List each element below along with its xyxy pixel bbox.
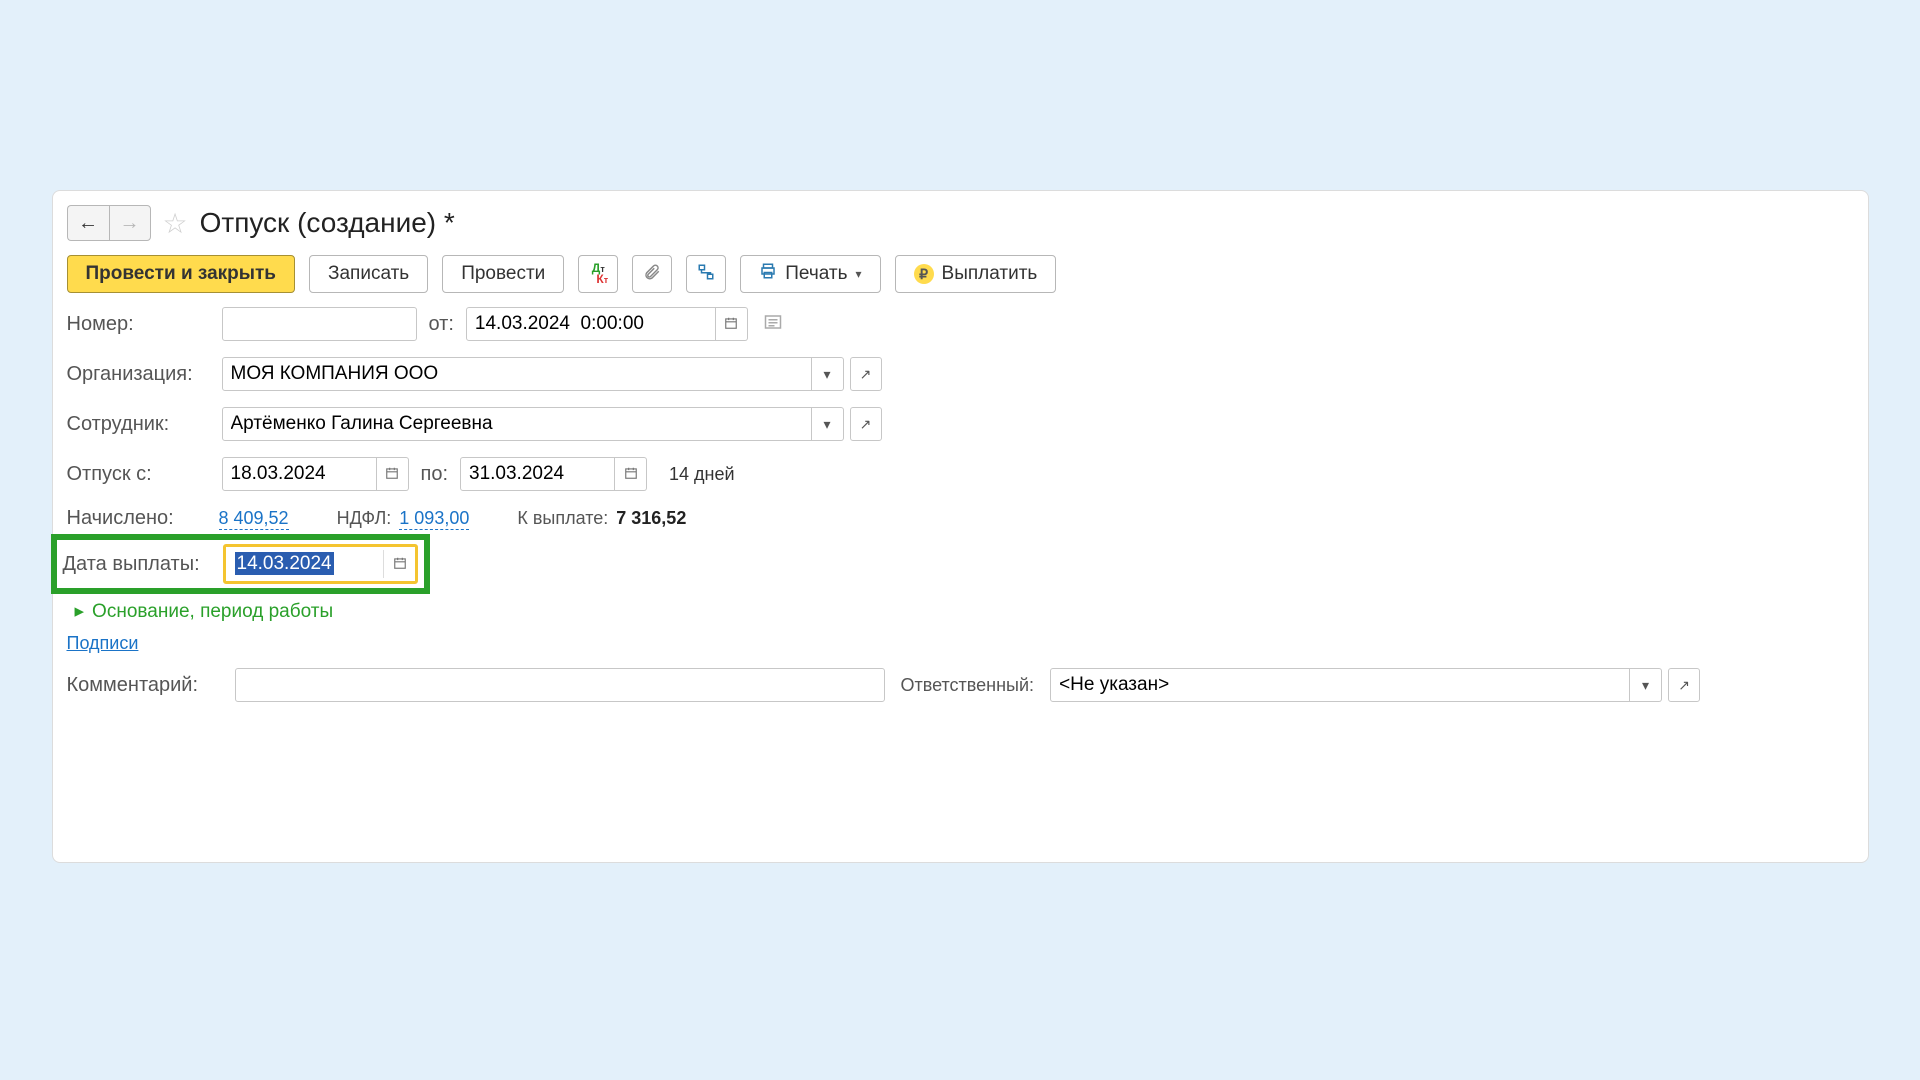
- ruble-icon: ₽: [914, 264, 934, 284]
- calendar-icon: [385, 466, 399, 483]
- form-body: Номер: от: Организация: ▾ ↗: [63, 307, 1858, 702]
- debit-credit-button[interactable]: ДтКт: [578, 255, 618, 293]
- employee-open-button[interactable]: ↗: [850, 407, 882, 441]
- nav-forward-button[interactable]: →: [109, 205, 151, 241]
- favorite-star-icon[interactable]: ☆: [163, 207, 188, 240]
- employee-dropdown-button[interactable]: ▾: [812, 407, 844, 441]
- chevron-down-icon: ▾: [823, 366, 830, 383]
- responsible-dropdown-button[interactable]: ▾: [1630, 668, 1662, 702]
- to-label: по:: [421, 463, 449, 486]
- ndfl-link[interactable]: 1 093,00: [399, 508, 469, 530]
- doc-date-input[interactable]: [466, 307, 716, 341]
- vacation-form-window: ← → ☆ Отпуск (создание) * Провести и зак…: [52, 190, 1869, 863]
- external-icon: ↗: [1678, 677, 1690, 694]
- print-button[interactable]: Печать ▾: [740, 255, 880, 293]
- titlebar: ← → ☆ Отпуск (создание) *: [63, 203, 1858, 251]
- external-icon: ↗: [860, 366, 872, 383]
- calendar-icon: [393, 556, 407, 573]
- accrued-link[interactable]: 8 409,52: [219, 508, 289, 530]
- employee-input[interactable]: [222, 407, 812, 441]
- pay-date-label: Дата выплаты:: [63, 553, 223, 576]
- debit-credit-icon: ДтКт: [588, 263, 608, 285]
- signatures-link[interactable]: Подписи: [67, 633, 139, 653]
- chevron-down-icon: ▾: [1642, 677, 1649, 694]
- pay-date-input[interactable]: 14.03.2024: [229, 550, 379, 578]
- create-based-on-button[interactable]: [686, 255, 726, 293]
- pay-date-calendar-button[interactable]: [388, 550, 412, 578]
- comment-input[interactable]: [235, 668, 885, 702]
- calendar-icon: [624, 466, 638, 483]
- chevron-right-icon: ▸: [75, 600, 85, 623]
- vac-from-input[interactable]: [222, 457, 377, 491]
- pay-date-highlight: Дата выплаты: 14.03.2024: [51, 534, 430, 594]
- org-input[interactable]: [222, 357, 812, 391]
- nav-back-button[interactable]: ←: [67, 205, 109, 241]
- vac-to-input[interactable]: [460, 457, 615, 491]
- to-pay-label: К выплате:: [517, 508, 608, 529]
- number-label: Номер:: [67, 313, 222, 336]
- vac-from-label: Отпуск с:: [67, 463, 222, 486]
- post-and-close-button[interactable]: Провести и закрыть: [67, 255, 296, 293]
- days-count: 14 дней: [669, 464, 735, 485]
- calendar-icon: [724, 316, 738, 333]
- toolbar: Провести и закрыть Записать Провести ДтК…: [63, 251, 1858, 307]
- responsible-input[interactable]: [1050, 668, 1630, 702]
- to-pay-value: 7 316,52: [616, 508, 686, 529]
- org-dropdown-button[interactable]: ▾: [812, 357, 844, 391]
- basis-period-expand[interactable]: ▸ Основание, период работы: [75, 600, 1854, 623]
- chevron-down-icon: ▾: [823, 416, 830, 433]
- doc-date-calendar-button[interactable]: [716, 307, 748, 341]
- pay-button[interactable]: ₽ Выплатить: [895, 255, 1057, 293]
- attach-button[interactable]: [632, 255, 672, 293]
- from-label: от:: [429, 313, 454, 336]
- paperclip-icon: [643, 263, 661, 286]
- number-input[interactable]: [222, 307, 417, 341]
- accrued-label: Начислено:: [67, 507, 219, 530]
- notes-icon[interactable]: [764, 314, 782, 335]
- chevron-down-icon: ▾: [856, 267, 862, 281]
- vac-to-calendar-button[interactable]: [615, 457, 647, 491]
- comment-label: Комментарий:: [67, 674, 219, 697]
- printer-icon: [759, 262, 777, 286]
- arrow-left-icon: ←: [78, 212, 98, 235]
- employee-label: Сотрудник:: [67, 413, 222, 436]
- hierarchy-icon: [697, 263, 715, 286]
- save-button[interactable]: Записать: [309, 255, 428, 293]
- org-label: Организация:: [67, 363, 222, 386]
- page-title: Отпуск (создание) *: [200, 207, 455, 239]
- post-button[interactable]: Провести: [442, 255, 564, 293]
- responsible-open-button[interactable]: ↗: [1668, 668, 1700, 702]
- responsible-label: Ответственный:: [901, 675, 1035, 696]
- arrow-right-icon: →: [120, 212, 140, 235]
- external-icon: ↗: [860, 416, 872, 433]
- org-open-button[interactable]: ↗: [850, 357, 882, 391]
- ndfl-label: НДФЛ:: [337, 508, 392, 529]
- vac-from-calendar-button[interactable]: [377, 457, 409, 491]
